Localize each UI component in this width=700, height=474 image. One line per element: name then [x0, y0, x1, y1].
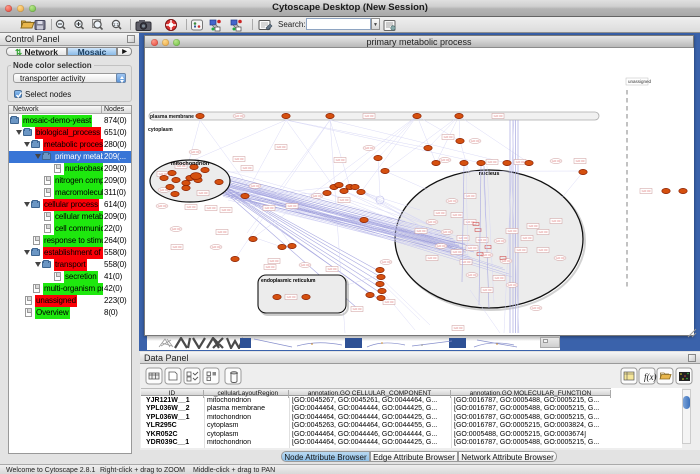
- svg-text:GO:00: GO:00: [365, 146, 374, 150]
- svg-text:nucleus: nucleus: [479, 171, 500, 177]
- svg-text:GO:00: GO:00: [556, 256, 565, 260]
- svg-text:GO:00: GO:00: [243, 166, 252, 170]
- svg-text:GO:00: GO:00: [494, 114, 503, 118]
- svg-text:GO:00: GO:00: [382, 260, 391, 264]
- svg-text:GO:00: GO:00: [539, 230, 548, 234]
- svg-text:GO:00: GO:00: [301, 263, 310, 267]
- svg-text:GO:00: GO:00: [270, 259, 279, 263]
- svg-text:GO:00: GO:00: [508, 229, 517, 233]
- svg-text:GO:00: GO:00: [502, 259, 511, 263]
- svg-text:f(x): f(x): [644, 372, 657, 382]
- svg-text:GO:00: GO:00: [353, 307, 362, 311]
- svg-text:GO:00: GO:00: [471, 139, 480, 143]
- svg-text:GO:00: GO:00: [437, 244, 446, 248]
- svg-text:GO:00: GO:00: [199, 191, 208, 195]
- svg-text:GO:00: GO:00: [576, 159, 585, 163]
- svg-text:GO:00: GO:00: [441, 158, 450, 162]
- svg-text:GO:00: GO:00: [428, 220, 437, 224]
- svg-text:GO:00: GO:00: [207, 206, 216, 210]
- svg-text:GO:00: GO:00: [235, 114, 244, 118]
- svg-text:GO:00: GO:00: [552, 159, 561, 163]
- svg-text:cytoplasm: cytoplasm: [148, 127, 173, 133]
- svg-text:GO:00: GO:00: [459, 236, 468, 240]
- svg-text:GO:00: GO:00: [365, 114, 374, 118]
- svg-text:GO:00: GO:00: [385, 300, 394, 304]
- svg-text:GO:00: GO:00: [336, 158, 345, 162]
- svg-text:1:1: 1:1: [113, 22, 120, 27]
- svg-text:GO:00: GO:00: [508, 283, 517, 287]
- svg-text:GO:00: GO:00: [517, 248, 526, 252]
- svg-text:GO:00: GO:00: [340, 198, 349, 202]
- svg-text:GO:00: GO:00: [483, 253, 492, 257]
- svg-text:GO:00: GO:00: [523, 236, 532, 240]
- svg-text:GO:00: GO:00: [417, 229, 426, 233]
- svg-text:mitochondrion: mitochondrion: [171, 161, 210, 167]
- svg-text:GO:00: GO:00: [218, 230, 227, 234]
- svg-text:GO:00: GO:00: [448, 199, 457, 203]
- svg-text:GO:00: GO:00: [453, 250, 462, 254]
- svg-text:GO:00: GO:00: [529, 224, 538, 228]
- svg-text:GO:00: GO:00: [496, 239, 505, 243]
- svg-text:GO:00: GO:00: [444, 135, 453, 139]
- svg-text:GO:00: GO:00: [483, 288, 492, 292]
- svg-text:GO:00: GO:00: [187, 205, 196, 209]
- svg-text:GO:00: GO:00: [539, 248, 548, 252]
- svg-text:GO:00: GO:00: [266, 265, 275, 269]
- svg-text:GO:00: GO:00: [443, 230, 452, 234]
- svg-text:GO:00: GO:00: [453, 213, 462, 217]
- svg-text:GO:00: GO:00: [468, 273, 477, 277]
- svg-text:GO:00: GO:00: [488, 160, 497, 164]
- svg-text:GO:00: GO:00: [212, 245, 221, 249]
- svg-text:GO:00: GO:00: [462, 260, 471, 264]
- svg-text:GO:00: GO:00: [172, 227, 181, 231]
- svg-text:GO:00: GO:00: [454, 326, 463, 330]
- svg-text:GO:00: GO:00: [495, 276, 504, 280]
- svg-text:GO:00: GO:00: [287, 295, 296, 299]
- svg-text:endoplasmic reticulum: endoplasmic reticulum: [261, 278, 316, 284]
- svg-text:plasma membrane: plasma membrane: [150, 114, 194, 120]
- svg-text:GO:00: GO:00: [265, 206, 274, 210]
- svg-text:GO:00: GO:00: [288, 204, 297, 208]
- svg-text:GO:00: GO:00: [468, 246, 477, 250]
- svg-text:GO:00: GO:00: [552, 219, 561, 223]
- svg-text:unassigned: unassigned: [628, 79, 652, 84]
- svg-text:GO:00: GO:00: [428, 256, 437, 260]
- svg-text:GO:00: GO:00: [313, 194, 322, 198]
- svg-text:GO:00: GO:00: [642, 189, 651, 193]
- svg-text:GO:00: GO:00: [436, 211, 445, 215]
- svg-text:GO:00: GO:00: [251, 184, 260, 188]
- svg-text:GO:00: GO:00: [222, 208, 231, 212]
- svg-text:GO:00: GO:00: [235, 157, 244, 161]
- svg-text:GO:00: GO:00: [466, 194, 475, 198]
- svg-text:GO:00: GO:00: [158, 204, 167, 208]
- svg-text:GO:00: GO:00: [173, 245, 182, 249]
- svg-text:GO:00: GO:00: [277, 145, 286, 149]
- svg-text:GO:00: GO:00: [532, 306, 541, 310]
- svg-text:GO:00: GO:00: [516, 160, 525, 164]
- svg-text:GO:00: GO:00: [191, 150, 200, 154]
- svg-text:GO:00: GO:00: [478, 238, 487, 242]
- svg-text:GO:00: GO:00: [328, 267, 337, 271]
